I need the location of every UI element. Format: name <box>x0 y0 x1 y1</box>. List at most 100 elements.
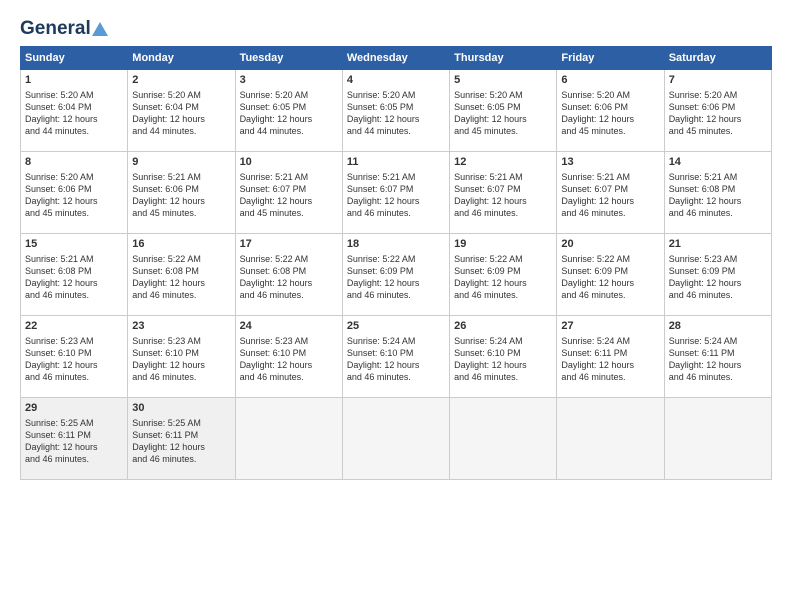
day-info: Sunrise: 5:20 AM Sunset: 6:04 PM Dayligh… <box>132 90 205 136</box>
day-number: 13 <box>561 155 659 170</box>
day-info: Sunrise: 5:25 AM Sunset: 6:11 PM Dayligh… <box>25 418 98 464</box>
day-info: Sunrise: 5:21 AM Sunset: 6:08 PM Dayligh… <box>25 254 98 300</box>
day-info: Sunrise: 5:23 AM Sunset: 6:10 PM Dayligh… <box>132 336 205 382</box>
calendar-week-4: 22 Sunrise: 5:23 AM Sunset: 6:10 PM Dayli… <box>21 316 772 398</box>
calendar-cell: 28 Sunrise: 5:24 AM Sunset: 6:11 PM Dayli… <box>664 316 771 398</box>
calendar-cell: 1 Sunrise: 5:20 AM Sunset: 6:04 PM Daylig… <box>21 70 128 152</box>
calendar-cell: 3 Sunrise: 5:20 AM Sunset: 6:05 PM Daylig… <box>235 70 342 152</box>
col-tuesday: Tuesday <box>235 47 342 70</box>
calendar-cell: 17 Sunrise: 5:22 AM Sunset: 6:08 PM Dayli… <box>235 234 342 316</box>
day-number: 17 <box>240 237 338 252</box>
day-number: 2 <box>132 73 230 88</box>
day-number: 14 <box>669 155 767 170</box>
day-number: 28 <box>669 319 767 334</box>
day-info: Sunrise: 5:20 AM Sunset: 6:06 PM Dayligh… <box>669 90 742 136</box>
day-number: 10 <box>240 155 338 170</box>
calendar-cell: 14 Sunrise: 5:21 AM Sunset: 6:08 PM Dayli… <box>664 152 771 234</box>
col-saturday: Saturday <box>664 47 771 70</box>
calendar-cell: 2 Sunrise: 5:20 AM Sunset: 6:04 PM Daylig… <box>128 70 235 152</box>
day-info: Sunrise: 5:21 AM Sunset: 6:07 PM Dayligh… <box>240 172 313 218</box>
day-number: 21 <box>669 237 767 252</box>
day-info: Sunrise: 5:21 AM Sunset: 6:08 PM Dayligh… <box>669 172 742 218</box>
logo: General <box>20 18 108 38</box>
col-thursday: Thursday <box>450 47 557 70</box>
col-friday: Friday <box>557 47 664 70</box>
day-info: Sunrise: 5:25 AM Sunset: 6:11 PM Dayligh… <box>132 418 205 464</box>
day-number: 27 <box>561 319 659 334</box>
day-info: Sunrise: 5:20 AM Sunset: 6:06 PM Dayligh… <box>561 90 634 136</box>
col-sunday: Sunday <box>21 47 128 70</box>
day-number: 5 <box>454 73 552 88</box>
calendar-cell <box>342 398 449 480</box>
logo-triangle-icon <box>92 22 108 36</box>
day-number: 9 <box>132 155 230 170</box>
day-info: Sunrise: 5:24 AM Sunset: 6:11 PM Dayligh… <box>669 336 742 382</box>
calendar-cell: 22 Sunrise: 5:23 AM Sunset: 6:10 PM Dayli… <box>21 316 128 398</box>
day-number: 29 <box>25 401 123 416</box>
day-number: 8 <box>25 155 123 170</box>
calendar-cell: 16 Sunrise: 5:22 AM Sunset: 6:08 PM Dayli… <box>128 234 235 316</box>
header: General <box>20 18 772 38</box>
day-info: Sunrise: 5:23 AM Sunset: 6:10 PM Dayligh… <box>240 336 313 382</box>
calendar-cell: 20 Sunrise: 5:22 AM Sunset: 6:09 PM Dayli… <box>557 234 664 316</box>
calendar-cell: 19Sunrise: 5:22 AM Sunset: 6:09 PM Dayli… <box>450 234 557 316</box>
col-monday: Monday <box>128 47 235 70</box>
day-info: Sunrise: 5:22 AM Sunset: 6:08 PM Dayligh… <box>132 254 205 300</box>
day-number: 7 <box>669 73 767 88</box>
page: General Sunday Monday Tuesday Wednesday … <box>0 0 792 612</box>
calendar-cell: 26 Sunrise: 5:24 AM Sunset: 6:10 PM Dayli… <box>450 316 557 398</box>
calendar-cell: 29 Sunrise: 5:25 AM Sunset: 6:11 PM Dayli… <box>21 398 128 480</box>
calendar-cell: 15 Sunrise: 5:21 AM Sunset: 6:08 PM Dayli… <box>21 234 128 316</box>
day-info: Sunrise: 5:21 AM Sunset: 6:07 PM Dayligh… <box>454 172 527 218</box>
day-number: 22 <box>25 319 123 334</box>
calendar-cell: 30 Sunrise: 5:25 AM Sunset: 6:11 PM Dayli… <box>128 398 235 480</box>
day-number: 25 <box>347 319 445 334</box>
day-number: 23 <box>132 319 230 334</box>
calendar-cell: 9Sunrise: 5:21 AM Sunset: 6:06 PM Daylig… <box>128 152 235 234</box>
calendar-cell: 24Sunrise: 5:23 AM Sunset: 6:10 PM Dayli… <box>235 316 342 398</box>
day-info: Sunrise: 5:20 AM Sunset: 6:06 PM Dayligh… <box>25 172 98 218</box>
day-number: 18 <box>347 237 445 252</box>
day-info: Sunrise: 5:24 AM Sunset: 6:10 PM Dayligh… <box>454 336 527 382</box>
day-number: 16 <box>132 237 230 252</box>
col-wednesday: Wednesday <box>342 47 449 70</box>
day-number: 30 <box>132 401 230 416</box>
day-info: Sunrise: 5:20 AM Sunset: 6:04 PM Dayligh… <box>25 90 98 136</box>
calendar-cell: 13 Sunrise: 5:21 AM Sunset: 6:07 PM Dayli… <box>557 152 664 234</box>
day-info: Sunrise: 5:20 AM Sunset: 6:05 PM Dayligh… <box>240 90 313 136</box>
day-number: 12 <box>454 155 552 170</box>
day-number: 11 <box>347 155 445 170</box>
calendar-cell <box>664 398 771 480</box>
calendar-week-2: 8 Sunrise: 5:20 AM Sunset: 6:06 PM Daylig… <box>21 152 772 234</box>
calendar-cell: 25 Sunrise: 5:24 AM Sunset: 6:10 PM Dayli… <box>342 316 449 398</box>
day-info: Sunrise: 5:21 AM Sunset: 6:07 PM Dayligh… <box>561 172 634 218</box>
day-info: Sunrise: 5:21 AM Sunset: 6:07 PM Dayligh… <box>347 172 420 218</box>
day-number: 20 <box>561 237 659 252</box>
calendar-cell: 7 Sunrise: 5:20 AM Sunset: 6:06 PM Daylig… <box>664 70 771 152</box>
day-info: Sunrise: 5:23 AM Sunset: 6:09 PM Dayligh… <box>669 254 742 300</box>
day-info: Sunrise: 5:22 AM Sunset: 6:09 PM Dayligh… <box>561 254 634 300</box>
calendar-cell: 21 Sunrise: 5:23 AM Sunset: 6:09 PM Dayli… <box>664 234 771 316</box>
calendar-week-5: 29 Sunrise: 5:25 AM Sunset: 6:11 PM Dayli… <box>21 398 772 480</box>
calendar-week-1: 1 Sunrise: 5:20 AM Sunset: 6:04 PM Daylig… <box>21 70 772 152</box>
header-row: Sunday Monday Tuesday Wednesday Thursday… <box>21 47 772 70</box>
calendar-week-3: 15 Sunrise: 5:21 AM Sunset: 6:08 PM Dayli… <box>21 234 772 316</box>
calendar-cell: 18 Sunrise: 5:22 AM Sunset: 6:09 PM Dayli… <box>342 234 449 316</box>
day-number: 4 <box>347 73 445 88</box>
day-info: Sunrise: 5:24 AM Sunset: 6:11 PM Dayligh… <box>561 336 634 382</box>
calendar-cell: 10 Sunrise: 5:21 AM Sunset: 6:07 PM Dayli… <box>235 152 342 234</box>
day-info: Sunrise: 5:23 AM Sunset: 6:10 PM Dayligh… <box>25 336 98 382</box>
calendar-cell: 4Sunrise: 5:20 AM Sunset: 6:05 PM Daylig… <box>342 70 449 152</box>
day-info: Sunrise: 5:24 AM Sunset: 6:10 PM Dayligh… <box>347 336 420 382</box>
day-number: 3 <box>240 73 338 88</box>
calendar-cell: 27 Sunrise: 5:24 AM Sunset: 6:11 PM Dayli… <box>557 316 664 398</box>
calendar-cell: 12 Sunrise: 5:21 AM Sunset: 6:07 PM Dayli… <box>450 152 557 234</box>
day-info: Sunrise: 5:22 AM Sunset: 6:09 PM Dayligh… <box>454 254 527 300</box>
day-info: Sunrise: 5:22 AM Sunset: 6:08 PM Dayligh… <box>240 254 313 300</box>
day-info: Sunrise: 5:20 AM Sunset: 6:05 PM Dayligh… <box>454 90 527 136</box>
logo-text-general: General <box>20 18 91 40</box>
day-number: 15 <box>25 237 123 252</box>
day-number: 1 <box>25 73 123 88</box>
day-number: 26 <box>454 319 552 334</box>
day-info: Sunrise: 5:22 AM Sunset: 6:09 PM Dayligh… <box>347 254 420 300</box>
